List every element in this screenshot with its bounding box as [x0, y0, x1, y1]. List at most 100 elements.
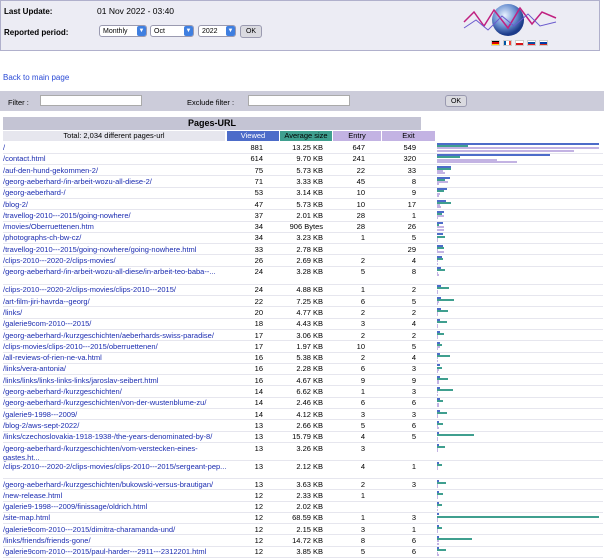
- month-select[interactable]: Oct ▼: [150, 25, 194, 37]
- entry-count: 4: [360, 461, 365, 471]
- page-url-link[interactable]: /links/vera-antonia/: [3, 364, 231, 373]
- page-url-link[interactable]: /galerie9-1998---2009/finissage/oldrich.…: [3, 502, 231, 511]
- average-size: 13.25 KB: [292, 143, 323, 152]
- column-entry: Entry: [333, 131, 381, 141]
- page-url-link[interactable]: /georg-aeberhard-/kurzgeschichten/vom-ve…: [3, 444, 231, 462]
- viewed-count: 12: [254, 536, 263, 545]
- average-size: 3.28 KB: [296, 267, 323, 277]
- page-url-link[interactable]: /georg-aeberhard-/kurzgeschichten/von-de…: [3, 398, 231, 407]
- entry-count: 3: [360, 524, 365, 534]
- exit-bar: [437, 239, 439, 242]
- viewed-count: 16: [254, 375, 263, 385]
- entry-count: 6: [360, 364, 365, 374]
- exit-count: 6: [411, 536, 416, 545]
- avgsize-bar: [437, 310, 449, 313]
- exclude-filter-input[interactable]: [248, 95, 350, 106]
- avgsize-bar: [437, 355, 450, 358]
- average-size: 2.46 KB: [296, 398, 323, 408]
- page-url-link[interactable]: /: [3, 143, 231, 152]
- average-size: 9.70 KB: [296, 154, 323, 164]
- page-url-link[interactable]: /clips-2010---2020-2/clips-movies/: [3, 256, 231, 265]
- filter-input[interactable]: [40, 95, 142, 106]
- avgsize-bar: [437, 389, 453, 392]
- exit-count: 8: [411, 267, 416, 277]
- page-url-link[interactable]: /georg-aeberhard-/: [3, 188, 231, 197]
- year-select[interactable]: 2022 ▼: [198, 25, 236, 37]
- page-url-link[interactable]: /links/links/links-links-links/jaroslav-…: [3, 376, 231, 385]
- viewed-count: 13: [254, 432, 263, 442]
- page-url-link[interactable]: /travellog-2010---2015/going-nowhere/: [3, 211, 231, 220]
- viewed-count: 37: [254, 210, 263, 220]
- page-url-link[interactable]: /galerie9com-2010---2015/dimitra-charama…: [3, 525, 231, 534]
- table-row: /photographs-ch-bw-cz/34 3.23 KB 1 5: [3, 232, 603, 245]
- viewed-count: 24: [254, 267, 263, 277]
- flag-de-icon[interactable]: [491, 40, 500, 46]
- table-row: /galerie9-1998---2009/14 4.12 KB 3 3: [3, 409, 603, 421]
- entry-count: 3: [360, 409, 365, 419]
- page-url-link[interactable]: /galerie9com-2010---2015/paul-harder---2…: [3, 547, 231, 556]
- page-url-link[interactable]: /new-release.html: [3, 491, 231, 500]
- page-url-link[interactable]: /art-film-jiri-havrda--georg/: [3, 297, 231, 306]
- page-url-link[interactable]: /galerie9com-2010---2015/: [3, 319, 231, 328]
- average-size: 5.73 KB: [296, 165, 323, 175]
- average-size: 15.79 KB: [292, 432, 323, 442]
- viewed-count: 12: [254, 490, 263, 500]
- page-url-link[interactable]: /photographs-ch-bw-cz/: [3, 233, 231, 242]
- page-url-link[interactable]: /blog-2/: [3, 200, 231, 209]
- page-url-link[interactable]: /clips-movies/clips-2010---2015/oberruet…: [3, 342, 231, 351]
- page-url-link[interactable]: /galerie9-1998---2009/: [3, 410, 231, 419]
- entry-count: 8: [360, 536, 365, 545]
- page-url-link[interactable]: /all-reviews-of-rien-ne-va.html: [3, 353, 231, 362]
- page-url-link[interactable]: /georg-aeberhard-/in-arbeit-wozu-all-die…: [3, 267, 231, 276]
- exit-bar: [437, 438, 439, 441]
- column-viewed: Viewed: [227, 131, 279, 141]
- entry-count: 3: [360, 319, 365, 329]
- page-url-link[interactable]: /travellog-2010---2015/going-nowhere/goi…: [3, 245, 231, 254]
- page-url-link[interactable]: /links/: [3, 308, 231, 317]
- table-row: /art-film-jiri-havrda--georg/22 7.25 KB 6 5: [3, 296, 603, 308]
- period-ok-button[interactable]: OK: [240, 25, 262, 38]
- flag-fr-icon[interactable]: [503, 40, 512, 46]
- filter-ok-button[interactable]: OK: [445, 95, 467, 107]
- page-url-link[interactable]: /blog-2/aws-sept-2022/: [3, 421, 231, 430]
- table-title: Pages-URL: [3, 117, 421, 130]
- exit-bar: [437, 325, 438, 328]
- page-url-link[interactable]: /georg-aeberhard-/kurzgeschichten/: [3, 387, 231, 396]
- flag-cz-icon[interactable]: [515, 40, 524, 46]
- viewed-count: 20: [254, 307, 263, 317]
- exit-count: 29: [407, 244, 416, 254]
- page-url-link[interactable]: /georg-aeberhard-/kurzgeschichten/bukows…: [3, 480, 231, 489]
- flag-sk-icon[interactable]: [527, 40, 536, 46]
- table-row: /clips-movies/clips-2010---2015/oberruet…: [3, 341, 603, 353]
- page-url-link[interactable]: /movies/Oberruettenen.htm: [3, 222, 231, 231]
- page-url-link[interactable]: /auf-den-hund-gekommen-2/: [3, 166, 231, 175]
- period-type-select[interactable]: Monthly ▼: [99, 25, 147, 37]
- page-url-link[interactable]: /site-map.html: [3, 513, 231, 522]
- back-to-main-link[interactable]: Back to main page: [3, 73, 69, 82]
- page-url-link[interactable]: /clips-2010---2020-2/clips-movies/clips-…: [3, 462, 231, 471]
- exit-count: 5: [411, 432, 416, 442]
- exit-count: 3: [411, 409, 416, 419]
- exit-count: 6: [411, 547, 416, 557]
- viewed-count: 26: [254, 256, 263, 265]
- page-url-link[interactable]: /georg-aeberhard-/in-arbeit-wozu-all-die…: [3, 177, 231, 186]
- entry-count: 45: [356, 176, 365, 186]
- exit-count: 5: [411, 341, 416, 351]
- page-url-link[interactable]: /links/czechoslovakia-1918-1938-/the-yea…: [3, 432, 231, 441]
- average-size: 3.14 KB: [296, 188, 323, 198]
- viewed-count: 17: [254, 341, 263, 351]
- viewed-count: 34: [254, 222, 263, 232]
- language-flags: [491, 40, 548, 46]
- exit-bar: [437, 251, 445, 254]
- page-url-link[interactable]: /links/friends/friends-gone/: [3, 536, 231, 545]
- avgsize-bar: [437, 411, 447, 414]
- table-row: /georg-aeberhard-/kurzgeschichten/bukows…: [3, 479, 603, 491]
- exit-bar: [437, 183, 439, 186]
- entry-count: 10: [356, 199, 365, 209]
- page-url-link[interactable]: /clips-2010---2020-2/clips-movies/clips-…: [3, 285, 231, 294]
- viewed-count: 71: [254, 176, 263, 186]
- page-url-link[interactable]: /georg-aeberhard-/kurzgeschichten/aeberh…: [3, 331, 231, 340]
- flag-ru-icon[interactable]: [539, 40, 548, 46]
- page-url-link[interactable]: /contact.html: [3, 154, 231, 163]
- exit-count: 3: [411, 513, 416, 523]
